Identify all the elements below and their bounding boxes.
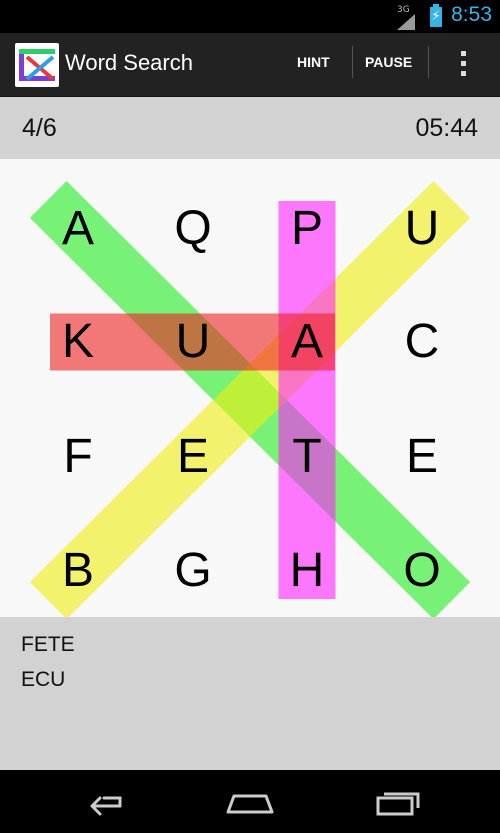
grid-letter-cell[interactable]: A — [28, 184, 128, 274]
word-item: ECU — [21, 668, 66, 691]
pause-button[interactable]: PAUSE — [365, 54, 412, 70]
letter-grid[interactable]: AQPUKUACFETEBGHO — [0, 159, 500, 617]
grid-letter-cell[interactable]: G — [143, 526, 243, 616]
back-icon[interactable] — [72, 784, 132, 820]
navigation-bar — [0, 770, 500, 833]
words-found-counter: 4/6 — [22, 114, 57, 142]
app-logo-icon[interactable] — [15, 43, 59, 87]
word-item: FETE — [21, 633, 75, 656]
game-timer: 05:44 — [415, 114, 478, 142]
grid-letter-cell[interactable]: A — [257, 297, 357, 387]
action-bar: Word Search HINT PAUSE — [0, 33, 500, 97]
status-clock: 8:53 — [451, 3, 492, 26]
grid-letter-cell[interactable]: P — [257, 184, 357, 274]
app-title: Word Search — [65, 50, 193, 75]
recent-apps-icon[interactable] — [368, 784, 428, 820]
grid-letter-cell[interactable]: H — [257, 526, 357, 616]
grid-letter-cell[interactable]: E — [372, 412, 472, 502]
game-info-bar: 4/6 05:44 — [0, 97, 500, 159]
grid-letter-cell[interactable]: K — [28, 297, 128, 387]
status-bar: 3G ⚡ 8:53 — [0, 0, 500, 33]
grid-letter-cell[interactable]: E — [143, 412, 243, 502]
overflow-menu-icon[interactable] — [453, 47, 473, 83]
home-icon[interactable] — [220, 784, 280, 820]
grid-letter-cell[interactable]: T — [257, 412, 357, 502]
action-divider — [352, 46, 353, 78]
grid-letter-cell[interactable]: C — [372, 297, 472, 387]
grid-letter-cell[interactable]: B — [28, 526, 128, 616]
charging-icon: ⚡ — [431, 9, 441, 24]
action-divider — [428, 46, 429, 78]
remaining-words-list: FETE ECU — [0, 617, 500, 703]
signal-icon — [397, 14, 415, 30]
grid-letter-cell[interactable]: O — [372, 526, 472, 616]
empty-panel — [0, 702, 500, 770]
grid-letter-cell[interactable]: F — [28, 412, 128, 502]
grid-letter-cell[interactable]: Q — [143, 184, 243, 274]
hint-button[interactable]: HINT — [297, 54, 330, 70]
grid-letter-cell[interactable]: U — [372, 184, 472, 274]
grid-letter-cell[interactable]: U — [143, 297, 243, 387]
